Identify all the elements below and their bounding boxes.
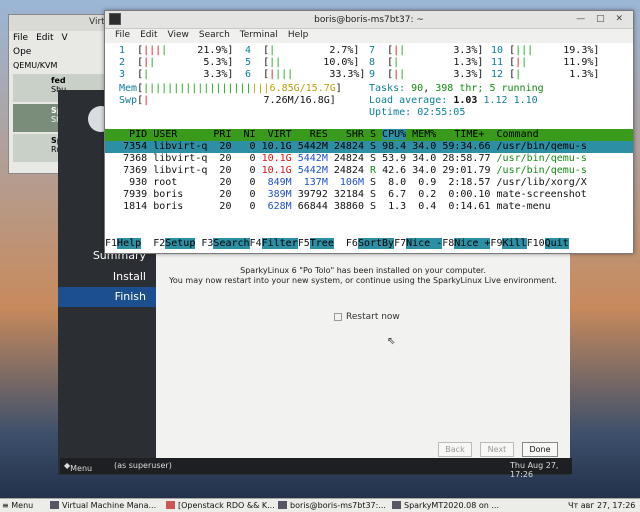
cpu-meter-4: 4 [| 2.7%]	[245, 45, 360, 56]
cpu-meter-8: 8 [| 1.3%]	[369, 57, 484, 68]
install-message-2: You may now restart into your new system…	[169, 276, 557, 285]
process-row[interactable]: 1814 boris 20 0 628M 66844 38860 S 1.3 0…	[105, 201, 551, 213]
host-clock: Чт авг 27, 17:26	[568, 501, 636, 510]
menu-file[interactable]: File	[115, 30, 130, 43]
vmm-menu-file[interactable]: File	[13, 33, 28, 43]
cpu-meter-2: 2 [|| 5.3%]	[119, 57, 234, 68]
checkbox-box[interactable]	[334, 312, 342, 321]
col-virt: VIRT	[267, 129, 292, 140]
load-average: Load average: 1.03 1.12 1.10	[369, 95, 538, 106]
restart-now-checkbox[interactable]: Restart now	[334, 312, 400, 322]
terminal-titlebar: boris@boris-ms7bt37: ~ — □ ✕	[105, 11, 633, 29]
taskbar-item-terminal[interactable]: boris@boris-ms7bt37:...	[278, 501, 386, 510]
fkey-f5[interactable]: F5Tree	[298, 238, 334, 249]
process-table-header[interactable]: PID USER PRI NI VIRT RES SHR S CPU% MEM%…	[105, 129, 633, 141]
process-row[interactable]: 7368 libvirt-q 20 0 10.1G 5442M 24824 S …	[105, 153, 587, 165]
install-message-1: SparkyLinux 6 "Po Tolo" has been install…	[240, 266, 486, 275]
process-row[interactable]: 7354 libvirt-q 20 0 10.1G 5442M 24824 S …	[105, 141, 633, 153]
vmm-menu-edit[interactable]: Edit	[36, 33, 53, 43]
window-controls[interactable]: — □ ✕	[576, 14, 627, 24]
mouse-cursor-icon: ⇖	[387, 336, 396, 347]
fkey-f8[interactable]: F8Nice +	[442, 238, 491, 249]
col-mem: MEM%	[412, 129, 437, 140]
col-s: S	[369, 129, 377, 140]
col-pri: PRI	[213, 129, 232, 140]
cpu-meter-1: 1 [|||| 21.9%]	[119, 45, 234, 56]
host-taskbar: ≡ Menu Virtual Machine Mana... [Openstac…	[0, 498, 640, 512]
col-command: Command	[496, 129, 539, 140]
menu-help[interactable]: Help	[288, 30, 309, 43]
terminal-icon	[109, 13, 121, 25]
col-pid: PID	[129, 129, 148, 140]
cpu-meter-6: 6 [|||| 33.3%]	[245, 69, 366, 80]
vmm-icon	[50, 501, 59, 509]
cpu-meter-5: 5 [|| 10.0%]	[245, 57, 360, 68]
fkey-f1[interactable]: F1Help	[105, 238, 142, 249]
process-row[interactable]: 7369 libvirt-q 20 0 10.1G 5442M 24824 R …	[105, 165, 587, 177]
cpu-meter-11: 11 [|| 11.9%]	[491, 57, 600, 68]
terminal-menubar: File Edit View Search Terminal Help	[105, 29, 633, 43]
installer-content: SparkyLinux 6 "Po Tolo" has been install…	[156, 254, 570, 460]
fkey-f2[interactable]: F2Setup	[153, 238, 196, 249]
terminal-window: boris@boris-ms7bt37: ~ — □ ✕ File Edit V…	[104, 10, 634, 254]
htop-function-keys: F1Help F2Setup F3SearchF4FilterF5Tree F6…	[105, 238, 633, 250]
taskbar-item-vmm[interactable]: Virtual Machine Mana...	[50, 501, 156, 510]
fkey-f10[interactable]: F10Quit	[527, 238, 569, 249]
fkey-f4[interactable]: F4Filter	[250, 238, 298, 249]
menu-edit[interactable]: Edit	[140, 30, 157, 43]
cpu-meter-10: 10 [||| 19.3%]	[491, 45, 600, 56]
restart-now-label[interactable]: Restart now	[346, 312, 400, 322]
menu-terminal[interactable]: Terminal	[240, 30, 278, 43]
done-button[interactable]: Done	[522, 442, 558, 457]
col-res: RES	[309, 129, 328, 140]
terminal-title: boris@boris-ms7bt37: ~	[314, 15, 424, 25]
fkey-f7[interactable]: F7Nice -	[394, 238, 443, 249]
browser-icon	[166, 501, 175, 509]
swp-meter: Swp[| 7.26M/16.8G]	[119, 95, 336, 106]
col-shr: SHR	[345, 129, 364, 140]
menu-search[interactable]: Search	[199, 30, 230, 43]
guest-taskbar: ◆ Menu (as superuser) Thu Aug 27, 17:26	[60, 458, 572, 479]
process-row[interactable]: 7939 boris 20 0 389M 39792 32184 S 6.7 0…	[105, 189, 587, 201]
fkey-f6[interactable]: F6SortBy	[346, 238, 395, 249]
tasks-summary: Tasks: 90, 398 thr; 5 running	[369, 83, 544, 94]
guest-menu-button[interactable]: ◆ Menu	[64, 461, 92, 473]
fkey-f9[interactable]: F9Kill	[490, 238, 527, 249]
process-row[interactable]: 930 root 20 0 849M 137M 106M S 8.0 0.9 2…	[105, 177, 587, 189]
cpu-meter-7: 7 [|| 3.3%]	[369, 45, 484, 56]
col-ni: NI	[243, 129, 256, 140]
terminal-icon	[278, 501, 287, 509]
fkey-f3[interactable]: F3Search	[201, 238, 250, 249]
mem-meter: Mem[|||||||||||||||||||||6.85G/15.7G]	[119, 83, 342, 94]
htop-screen[interactable]: 1 [|||| 21.9%] 2 [|| 5.3%] 3 [| 3.3%] 4 …	[105, 43, 633, 253]
guest-clock: Thu Aug 27, 17:26	[510, 461, 559, 479]
vm-icon	[392, 501, 401, 509]
col-cpu: CPU%	[382, 129, 407, 140]
taskbar-item-browser[interactable]: [Openstack RDO && K...	[166, 501, 275, 510]
cpu-meter-9: 9 [|| 3.3%]	[369, 69, 484, 80]
menu-view[interactable]: View	[168, 30, 189, 43]
vmm-menu-view[interactable]: V	[62, 33, 68, 43]
uptime: Uptime: 02:55:05	[369, 107, 466, 118]
taskbar-item-vm[interactable]: SparkyMT2020.08 on ...	[392, 501, 499, 510]
host-menu-button[interactable]: ≡ Menu	[2, 501, 33, 510]
col-time: TIME+	[454, 129, 485, 140]
back-button[interactable]: Back	[438, 442, 472, 457]
col-user: USER	[153, 129, 178, 140]
next-button[interactable]: Next	[480, 442, 514, 457]
cpu-meter-3: 3 [| 3.3%]	[119, 69, 234, 80]
cpu-meter-12: 12 [| 1.3%]	[491, 69, 600, 80]
